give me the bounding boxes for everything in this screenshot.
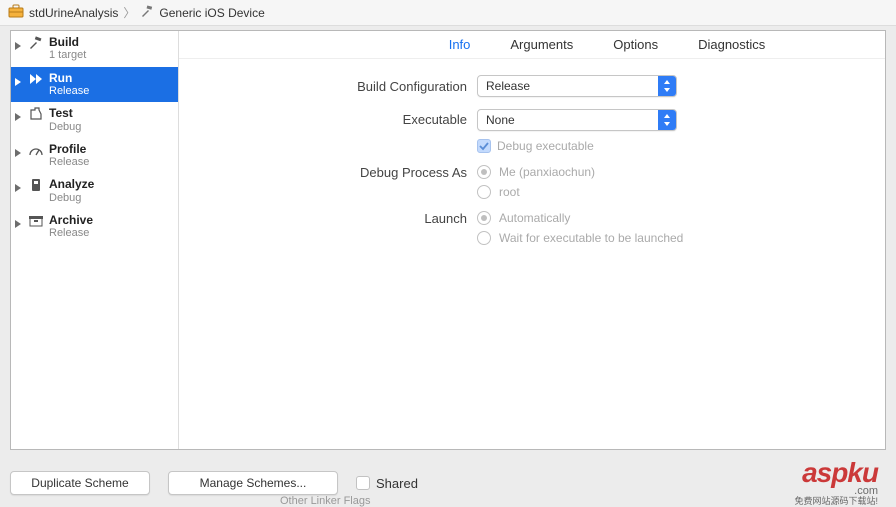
- debug-process-label: Debug Process As: [197, 165, 467, 180]
- radio-icon: [477, 165, 491, 179]
- checkbox-icon: [477, 139, 491, 153]
- chevron-right-icon: 〉: [123, 4, 135, 21]
- disclosure-triangle-icon[interactable]: [15, 39, 23, 53]
- manage-schemes-button[interactable]: Manage Schemes...: [168, 471, 338, 495]
- launch-label: Launch: [197, 211, 467, 226]
- build-config-select[interactable]: Release: [477, 75, 677, 97]
- sidebar-item-build[interactable]: Build 1 target: [11, 31, 178, 67]
- sidebar-item-run[interactable]: Run Release: [11, 67, 178, 103]
- executable-label: Executable: [197, 112, 467, 127]
- radio-label: Me (panxiaochun): [499, 165, 595, 179]
- sidebar-item-label: Test: [49, 106, 81, 120]
- sidebar-item-archive[interactable]: Archive Release: [11, 209, 178, 245]
- sidebar-item-sublabel: Release: [49, 227, 93, 240]
- shared-checkbox[interactable]: Shared: [356, 476, 418, 491]
- sidebar-item-label: Run: [49, 71, 89, 85]
- profile-icon: [26, 143, 46, 157]
- scheme-tabbar: Info Arguments Options Diagnostics: [179, 31, 885, 59]
- sidebar-item-label: Profile: [49, 142, 89, 156]
- disclosure-triangle-icon[interactable]: [15, 110, 23, 124]
- radio-label: root: [499, 185, 520, 199]
- executable-select[interactable]: None: [477, 109, 677, 131]
- sidebar-item-sublabel: Release: [49, 85, 89, 98]
- scheme-sidebar: Build 1 target Run Release Test Debug: [11, 31, 179, 449]
- radio-icon: [477, 231, 491, 245]
- run-icon: [26, 72, 46, 86]
- chevron-updown-icon: [658, 76, 676, 96]
- sidebar-item-sublabel: Debug: [49, 192, 94, 205]
- info-form: Build Configuration Release Executable N…: [179, 59, 885, 261]
- launch-wait-radio: Wait for executable to be launched: [477, 231, 683, 245]
- sidebar-item-label: Build: [49, 35, 86, 49]
- tab-options[interactable]: Options: [613, 37, 658, 52]
- sidebar-item-label: Analyze: [49, 177, 94, 191]
- sidebar-item-analyze[interactable]: Analyze Debug: [11, 173, 178, 209]
- tab-info[interactable]: Info: [449, 37, 471, 52]
- checkbox-icon: [356, 476, 370, 490]
- chevron-updown-icon: [658, 110, 676, 130]
- radio-label: Wait for executable to be launched: [499, 231, 683, 245]
- disclosure-triangle-icon[interactable]: [15, 146, 23, 160]
- sidebar-item-profile[interactable]: Profile Release: [11, 138, 178, 174]
- debug-executable-checkbox: Debug executable: [477, 135, 677, 153]
- briefcase-icon: [8, 4, 24, 21]
- breadcrumb-project[interactable]: stdUrineAnalysis: [29, 6, 118, 20]
- disclosure-triangle-icon[interactable]: [15, 217, 23, 231]
- scheme-editor-panel: Build 1 target Run Release Test Debug: [10, 30, 886, 450]
- debug-process-root-radio: root: [477, 185, 595, 199]
- sidebar-item-sublabel: Release: [49, 156, 89, 169]
- test-icon: [26, 107, 46, 121]
- shared-label: Shared: [376, 476, 418, 491]
- watermark-brand: aspku: [802, 457, 878, 488]
- breadcrumb-target[interactable]: Generic iOS Device: [159, 6, 264, 20]
- build-config-label: Build Configuration: [197, 79, 467, 94]
- sidebar-item-sublabel: 1 target: [49, 49, 86, 62]
- radio-icon: [477, 185, 491, 199]
- tab-arguments[interactable]: Arguments: [510, 37, 573, 52]
- sidebar-item-label: Archive: [49, 213, 93, 227]
- disclosure-triangle-icon[interactable]: [15, 181, 23, 195]
- debug-executable-label: Debug executable: [497, 139, 594, 153]
- radio-icon: [477, 211, 491, 225]
- scheme-content: Info Arguments Options Diagnostics Build…: [179, 31, 885, 449]
- hammer-icon: [140, 4, 154, 21]
- stray-footer-text: Other Linker Flags: [280, 495, 370, 507]
- build-config-value: Release: [486, 79, 530, 93]
- watermark-logo: aspku .com: [802, 457, 878, 497]
- debug-process-me-radio: Me (panxiaochun): [477, 165, 595, 179]
- disclosure-triangle-icon[interactable]: [15, 75, 23, 89]
- analyze-icon: [26, 178, 46, 192]
- executable-value: None: [486, 113, 515, 127]
- sidebar-item-test[interactable]: Test Debug: [11, 102, 178, 138]
- tab-diagnostics[interactable]: Diagnostics: [698, 37, 765, 52]
- duplicate-scheme-button[interactable]: Duplicate Scheme: [10, 471, 150, 495]
- bottom-toolbar: Duplicate Scheme Manage Schemes... Share…: [10, 471, 886, 495]
- archive-icon: [26, 214, 46, 228]
- breadcrumb: stdUrineAnalysis 〉 Generic iOS Device: [0, 0, 896, 26]
- build-icon: [26, 36, 46, 50]
- watermark-tagline: 免费网站源码下载站!: [794, 494, 878, 507]
- launch-auto-radio: Automatically: [477, 211, 683, 225]
- radio-label: Automatically: [499, 211, 570, 225]
- sidebar-item-sublabel: Debug: [49, 121, 81, 134]
